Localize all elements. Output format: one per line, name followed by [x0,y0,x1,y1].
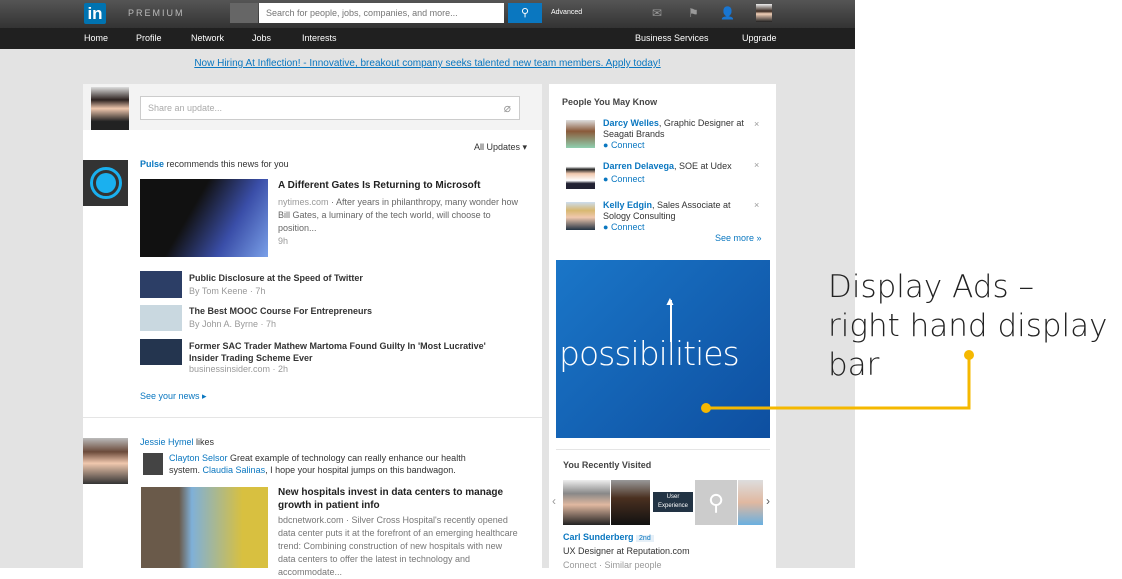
annotation-label: Display Ads – right hand display bar [828,269,1108,383]
